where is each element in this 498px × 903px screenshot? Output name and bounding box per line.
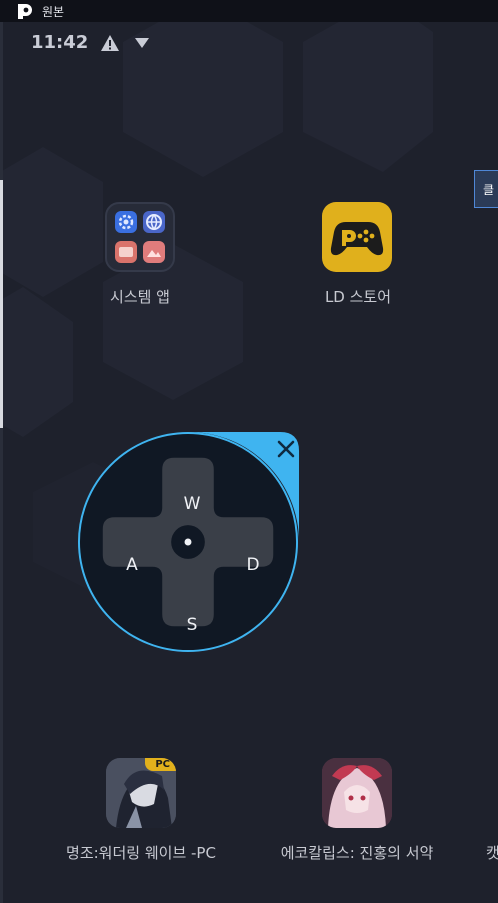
file-manager-icon [115, 241, 137, 263]
dpad-key-right: D [246, 555, 260, 575]
gallery-icon [143, 241, 165, 263]
gamepad-icon [330, 222, 384, 256]
status-time: 11:42 [31, 32, 89, 53]
window-title: 원본 [42, 5, 65, 19]
dpad-key-up: W [183, 494, 201, 514]
app-label-echocalypse: 에코칼립스: 진홍의 서약 [280, 844, 434, 862]
emulator-screen: 11:42 클 시스템 앱 LD 스토어 PC 명조:워더링 웨이브 -PC 에… [3, 22, 498, 903]
browser-icon [143, 211, 165, 233]
window-title-bar: 원본 [0, 0, 498, 22]
system-apps-folder-icon[interactable] [105, 202, 175, 272]
warning-icon [101, 35, 119, 51]
signal-triangle-icon [135, 38, 149, 48]
edge-tooltip[interactable]: 클 [474, 170, 498, 208]
pc-badge: PC [145, 758, 176, 771]
app-label-wuthering-waves: 명조:워더링 웨이브 -PC [66, 844, 216, 862]
app-label-ld-store: LD 스토어 [324, 288, 392, 306]
wuthering-waves-thumbnail[interactable]: PC [106, 758, 176, 828]
wasd-dpad-overlay[interactable]: W A D S [77, 430, 303, 656]
ld-store-app-icon[interactable] [322, 202, 392, 272]
dpad-key-left: A [126, 555, 138, 575]
app-label-partial: 캣 [486, 844, 498, 862]
app-label-system-apps: 시스템 앱 [110, 288, 170, 306]
ldplayer-logo-icon [18, 4, 32, 19]
echocalypse-thumbnail[interactable] [322, 758, 392, 828]
close-icon[interactable] [275, 438, 297, 460]
settings-icon [115, 211, 137, 233]
dpad-key-down: S [186, 615, 198, 635]
